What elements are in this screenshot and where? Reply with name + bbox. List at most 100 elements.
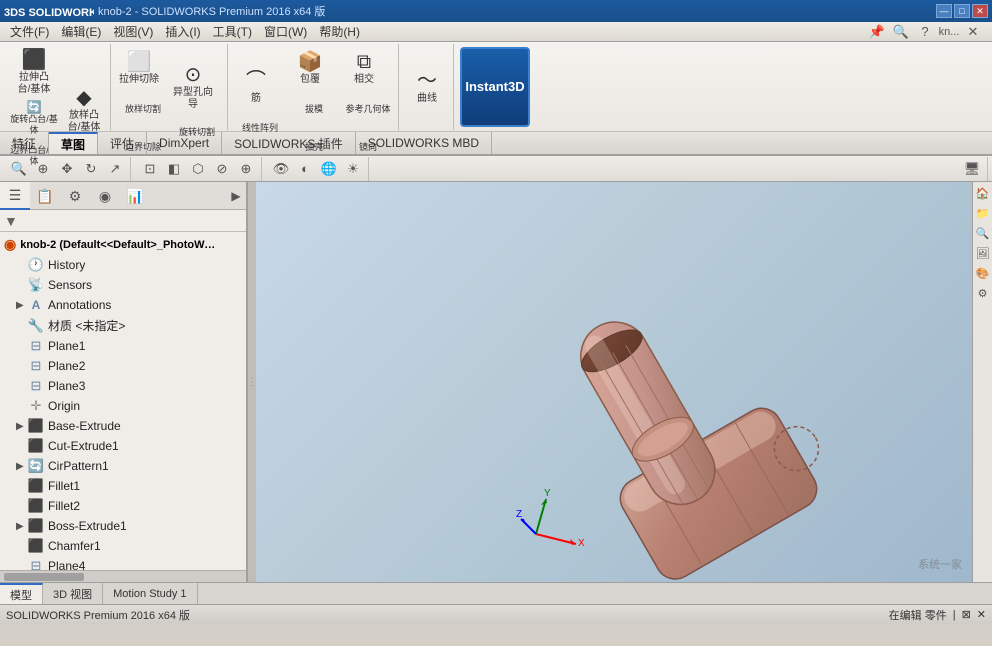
tree-root-item[interactable]: ◉ knob-2 (Default<<Default>_PhotoWork: [0, 234, 246, 255]
rp-image-icon[interactable]: 🖼: [974, 244, 992, 262]
cmd-fit-icon[interactable]: ⊡: [139, 159, 161, 179]
tree-item-fillet2[interactable]: ⬛ Fillet2: [0, 496, 246, 516]
tree-item-history[interactable]: 🕐 History: [0, 255, 246, 275]
tab-solidworks-mbd[interactable]: SOLIDWORKS MBD: [356, 132, 492, 154]
minimize-button[interactable]: —: [936, 4, 952, 18]
menu-tools[interactable]: 工具(T): [207, 21, 258, 42]
tab-dimxpert[interactable]: DimXpert: [147, 132, 222, 154]
tab-motion-study[interactable]: Motion Study 1: [103, 583, 197, 604]
tree-item-plane2[interactable]: ⊟ Plane2: [0, 356, 246, 376]
tree-item-material[interactable]: 🔧 材质 <未指定>: [0, 315, 246, 336]
cmd-std-views-icon[interactable]: ◧: [163, 159, 185, 179]
wrap-button[interactable]: 📦 包覆: [288, 46, 332, 90]
maximize-button[interactable]: □: [954, 4, 970, 18]
toolbar-search-icon[interactable]: 🔍: [890, 22, 912, 42]
panel-tab-property-manager[interactable]: 📋: [30, 182, 60, 210]
tree-item-plane3[interactable]: ⊟ Plane3: [0, 376, 246, 396]
menu-file[interactable]: 文件(F): [4, 21, 55, 42]
rp-folder-icon[interactable]: 📁: [974, 204, 992, 222]
menu-insert[interactable]: 插入(I): [159, 21, 206, 42]
toolbar-close-icon[interactable]: ✕: [962, 22, 984, 42]
cmd-display-icon[interactable]: 🖥: [961, 159, 983, 179]
panel-tab-appearance[interactable]: ◉: [90, 182, 120, 210]
hole-wizard-button[interactable]: ⊙ 异型孔向导: [171, 61, 215, 113]
fillet-button[interactable]: ⌒ 筋: [234, 65, 278, 109]
cmd-light-icon[interactable]: ☀: [342, 159, 364, 179]
intersect-button[interactable]: ⧉ 相交: [342, 46, 386, 90]
viewport[interactable]: X Y Z 系统一家: [256, 182, 972, 582]
panel-tab-custom-properties[interactable]: 📊: [120, 182, 150, 210]
cmd-select-icon[interactable]: ↗: [104, 159, 126, 179]
cut-extrude1-label: Cut-Extrude1: [48, 439, 119, 453]
close-button[interactable]: ✕: [972, 4, 988, 18]
toolbar-group-pattern: ⌒ 筋 线性阵列 📦 包覆 拔模 抽壳: [230, 44, 399, 130]
cmd-zoom-icon[interactable]: ⊕: [32, 159, 54, 179]
cirpattern1-expand: ▶: [16, 461, 28, 472]
tree-item-sensors[interactable]: 📡 Sensors: [0, 275, 246, 295]
titlebar: 3DS SOLIDWORKS knob-2 - SOLIDWORKS Premi…: [0, 0, 992, 22]
tab-evaluate[interactable]: 评估: [98, 132, 147, 154]
tab-sketch[interactable]: 草图: [49, 132, 98, 154]
draft-button[interactable]: 拔模: [288, 92, 340, 128]
rp-settings-icon[interactable]: ⚙: [974, 284, 992, 302]
boss-buttons: ⬛ 拉伸凸台/基体 🔄 旋转凸台/基体 边界凸台/基体 ◆ 放样凸台/基体: [8, 46, 106, 174]
plane1-icon: ⊟: [28, 338, 44, 354]
chamfer1-icon: ⬛: [28, 538, 44, 554]
origin-label: Origin: [48, 399, 80, 413]
curve-button[interactable]: 〜 曲线: [405, 65, 449, 109]
menu-view[interactable]: 视图(V): [107, 21, 159, 42]
ref-geom-button[interactable]: 参考几何体: [342, 92, 394, 128]
panel-resize-handle[interactable]: [248, 182, 256, 582]
boss-extrude-icon: ⬛: [22, 48, 47, 72]
tab-solidworks-plugin[interactable]: SOLIDWORKS 插件: [222, 132, 356, 154]
toolbar-help-icon[interactable]: ?: [914, 22, 936, 42]
cmd-section-left: 🔍 ⊕ ✥ ↻ ↗: [4, 157, 131, 181]
cmd-3dview-icon[interactable]: ⬡: [187, 159, 209, 179]
instant3d-button[interactable]: Instant3D: [460, 47, 530, 127]
tree-item-plane1[interactable]: ⊟ Plane1: [0, 336, 246, 356]
extrude-cut-button[interactable]: ⬜ 拉伸切除: [117, 46, 161, 90]
menu-window[interactable]: 窗口(W): [258, 21, 313, 42]
rp-home-icon[interactable]: 🏠: [974, 184, 992, 202]
menu-help[interactable]: 帮助(H): [313, 21, 366, 42]
cmd-shade-icon[interactable]: ◐: [294, 159, 316, 179]
cmd-pan-icon[interactable]: ✥: [56, 159, 78, 179]
tab-3dview[interactable]: 3D 视图: [43, 583, 103, 604]
cmd-rotate-icon[interactable]: ↻: [80, 159, 102, 179]
panel-tab-configuration[interactable]: ⚙: [60, 182, 90, 210]
tree-item-annotations[interactable]: ▶ A Annotations: [0, 295, 246, 315]
tab-feature[interactable]: 特征: [0, 132, 49, 154]
tree-item-plane4[interactable]: ⊟ Plane4: [0, 556, 246, 570]
plane4-icon: ⊟: [28, 558, 44, 570]
panel-tab-feature-manager[interactable]: ☰: [0, 182, 30, 210]
tree-item-chamfer1[interactable]: ⬛ Chamfer1: [0, 536, 246, 556]
toolbar-pin-icon[interactable]: 📌: [866, 22, 888, 42]
boss-extrude-button[interactable]: ⬛ 拉伸凸台/基体: [12, 46, 56, 98]
history-label: History: [48, 258, 85, 272]
rp-search-icon[interactable]: 🔍: [974, 224, 992, 242]
loft-boss-button[interactable]: ◆ 放样凸台/基体: [62, 84, 106, 136]
menu-edit[interactable]: 编辑(E): [55, 21, 107, 42]
tree-item-origin[interactable]: ✛ Origin: [0, 396, 246, 416]
tree-item-cirpattern1[interactable]: ▶ 🔄 CirPattern1: [0, 456, 246, 476]
cmd-section-view-icon[interactable]: ⊘: [211, 159, 233, 179]
revolve-boss-button[interactable]: 🔄 旋转凸台/基体: [8, 100, 60, 136]
cmd-render-icon[interactable]: 🌐: [318, 159, 340, 179]
cmd-search-icon[interactable]: 🔍: [8, 159, 30, 179]
tree-item-cut-extrude1[interactable]: ⬛ Cut-Extrude1: [0, 436, 246, 456]
tree-scrollbar[interactable]: [0, 570, 246, 582]
tree-item-base-extrude[interactable]: ▶ ⬛ Base-Extrude: [0, 416, 246, 436]
cmd-dynamic-icon[interactable]: ⊕: [235, 159, 257, 179]
tree-item-fillet1[interactable]: ⬛ Fillet1: [0, 476, 246, 496]
status-icon1: ⊠: [962, 608, 971, 621]
panel-tab-more[interactable]: ▶: [226, 182, 246, 209]
revolve-cut-button[interactable]: 放样切割: [117, 92, 169, 128]
fillet-icon: ⌒: [246, 69, 266, 93]
chamfer1-label: Chamfer1: [48, 539, 101, 553]
tree-item-boss-extrude1[interactable]: ▶ ⬛ Boss-Extrude1: [0, 516, 246, 536]
plane4-label: Plane4: [48, 559, 85, 570]
rp-palette-icon[interactable]: 🎨: [974, 264, 992, 282]
tab-model[interactable]: 模型: [0, 583, 43, 604]
cmd-hide-icon[interactable]: 👁: [270, 159, 292, 179]
boss-extrude-label: 拉伸凸台/基体: [18, 72, 51, 96]
